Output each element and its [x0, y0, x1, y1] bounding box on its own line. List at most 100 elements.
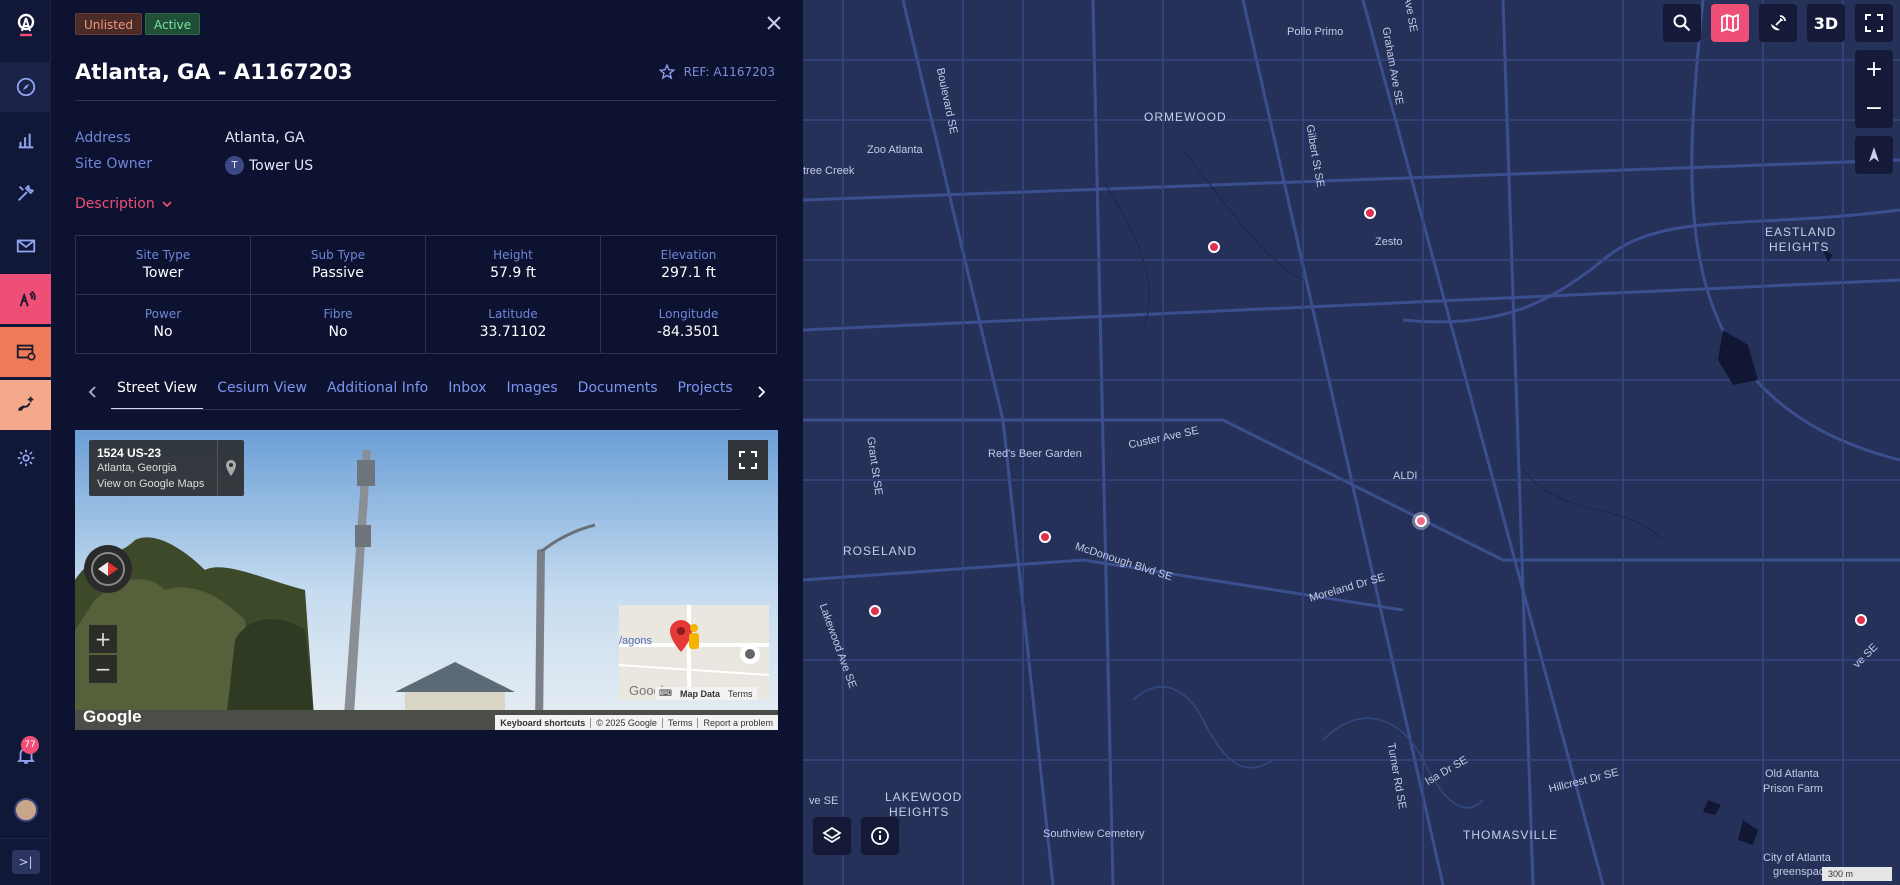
- tab-additional-info[interactable]: Additional Info: [321, 374, 434, 408]
- spec-label: Latitude: [488, 307, 538, 322]
- tab-street-view[interactable]: Street View: [111, 374, 204, 410]
- map-zoom-control: + −: [1855, 50, 1893, 128]
- neighborhood-label: EASTLAND: [1765, 225, 1837, 239]
- report-problem-link[interactable]: Report a problem: [697, 717, 778, 728]
- street-view-panorama[interactable]: 1524 US-23 Atlanta, Georgia View on Goog…: [75, 430, 778, 730]
- copyright-text: © 2025 Google: [590, 717, 662, 728]
- map-search-button[interactable]: [1663, 4, 1701, 42]
- tab-projects[interactable]: Projects: [672, 374, 739, 408]
- tab-underline: [111, 409, 741, 410]
- layers-button[interactable]: [813, 817, 851, 855]
- left-nav-rail: 77 >|: [0, 0, 51, 885]
- app-logo-icon[interactable]: [0, 0, 51, 52]
- poi-label: Old Atlanta: [1765, 768, 1819, 780]
- spec-value: 57.9 ft: [490, 265, 536, 282]
- info-button[interactable]: [861, 817, 899, 855]
- tools-icon[interactable]: [0, 168, 51, 218]
- zoom-in-button[interactable]: +: [89, 625, 117, 653]
- poi-label: City of Atlanta: [1763, 852, 1831, 864]
- spec-cell: Elevation 297.1 ft: [601, 236, 776, 295]
- description-toggle[interactable]: Description: [75, 196, 173, 212]
- map-icon: [1721, 13, 1739, 33]
- tab-images[interactable]: Images: [501, 374, 564, 408]
- explore-compass-icon[interactable]: [0, 62, 51, 112]
- billing-icon[interactable]: [0, 327, 51, 377]
- google-footer: Keyboard shortcuts © 2025 Google Terms R…: [495, 715, 778, 730]
- spec-label: Sub Type: [310, 248, 366, 263]
- map-zoom-in-icon[interactable]: +: [1865, 50, 1883, 89]
- poi-label: Zesto: [1375, 236, 1403, 248]
- search-icon: [1673, 14, 1691, 32]
- tab-cesium-view[interactable]: Cesium View: [211, 374, 313, 408]
- map-fullscreen-button[interactable]: [1855, 4, 1893, 42]
- poi-label: Zoo Atlanta: [867, 144, 923, 156]
- site-marker[interactable]: [869, 605, 881, 617]
- settings-gear-icon[interactable]: [0, 433, 51, 483]
- terms-link[interactable]: Terms: [661, 717, 698, 728]
- info-icon: [871, 827, 889, 845]
- ref-label: REF: A1167203: [683, 65, 775, 79]
- keyboard-icon[interactable]: ⌨: [655, 688, 676, 699]
- close-icon[interactable]: [763, 12, 785, 34]
- tab-inbox[interactable]: Inbox: [442, 374, 492, 408]
- mail-icon[interactable]: [0, 221, 51, 271]
- 3d-button[interactable]: 3D: [1807, 4, 1845, 42]
- spec-cell: Fibre No: [251, 294, 426, 353]
- address-value: Atlanta, GA: [225, 130, 305, 146]
- site-marker[interactable]: [1208, 241, 1220, 253]
- poi-label: Pollo Primo: [1287, 26, 1344, 38]
- tabs-scroll-left-icon[interactable]: [83, 382, 103, 402]
- owner-avatar: T: [225, 156, 244, 175]
- view-on-google-maps-link[interactable]: View on Google Maps: [97, 478, 204, 490]
- neighborhood-label: THOMASVILLE: [1463, 828, 1559, 842]
- site-marker[interactable]: [1855, 614, 1867, 626]
- compass-icon[interactable]: [84, 545, 132, 593]
- owner-name: Tower US: [249, 157, 314, 174]
- address-label: Address: [75, 130, 131, 146]
- site-marker[interactable]: [1039, 531, 1051, 543]
- fullscreen-icon[interactable]: [728, 440, 768, 480]
- north-compass-button[interactable]: [1855, 136, 1893, 174]
- reference: REF: A1167203: [658, 63, 775, 81]
- map-pin-icon[interactable]: [217, 440, 244, 496]
- map-style-button[interactable]: [1711, 4, 1749, 42]
- infrastructure-icon[interactable]: [0, 380, 51, 430]
- selected-site-marker[interactable]: [1415, 515, 1427, 527]
- poi-label: Southview Cemetery: [1043, 828, 1145, 840]
- satellite-button[interactable]: [1759, 4, 1797, 42]
- favorite-star-icon[interactable]: [658, 63, 676, 81]
- keyboard-shortcuts-link[interactable]: Keyboard shortcuts: [495, 718, 590, 728]
- sites-tower-icon[interactable]: [0, 274, 51, 324]
- compass-arrow-icon: [1869, 147, 1879, 162]
- mini-map-footer: ⌨ Map Data Terms: [655, 687, 757, 700]
- mini-map-place-label: /agons: [619, 635, 653, 647]
- spec-cell: Height 57.9 ft: [426, 236, 601, 295]
- spec-label: Power: [144, 307, 182, 322]
- layers-icon: [822, 826, 842, 844]
- zoom-out-button[interactable]: −: [89, 655, 117, 683]
- google-logo: Google: [83, 707, 142, 726]
- spec-value: -84.3501: [657, 324, 720, 341]
- map-scale: 300 m: [1822, 867, 1892, 881]
- map-zoom-out-icon[interactable]: −: [1865, 89, 1883, 128]
- map-data-label[interactable]: Map Data: [676, 689, 724, 699]
- location-address: 1524 US-23: [97, 446, 162, 460]
- site-marker[interactable]: [1364, 207, 1376, 219]
- expand-sidebar-icon[interactable]: >|: [0, 838, 51, 885]
- location-target-icon[interactable]: [739, 643, 761, 665]
- poi-label: tree Creek: [803, 165, 855, 177]
- active-badge: Active: [145, 13, 201, 35]
- map-view[interactable]: Pollo Primo ORMEWOOD Zoo Atlanta tree Cr…: [803, 0, 1900, 885]
- owner-label: Site Owner: [75, 156, 153, 172]
- spec-value: No: [153, 324, 173, 341]
- fullscreen-icon: [1865, 14, 1883, 32]
- spec-value: 297.1 ft: [661, 265, 716, 282]
- analytics-chart-icon[interactable]: [0, 115, 51, 165]
- tabs-scroll-right-icon[interactable]: [751, 382, 771, 402]
- spec-value: Passive: [312, 265, 364, 282]
- mini-terms-link[interactable]: Terms: [724, 689, 757, 699]
- tab-documents[interactable]: Documents: [572, 374, 664, 408]
- mini-map[interactable]: /agons Google ⌨ Map Data Terms: [619, 605, 769, 700]
- notifications-bell-icon[interactable]: 77: [0, 730, 51, 780]
- user-avatar[interactable]: [0, 785, 51, 835]
